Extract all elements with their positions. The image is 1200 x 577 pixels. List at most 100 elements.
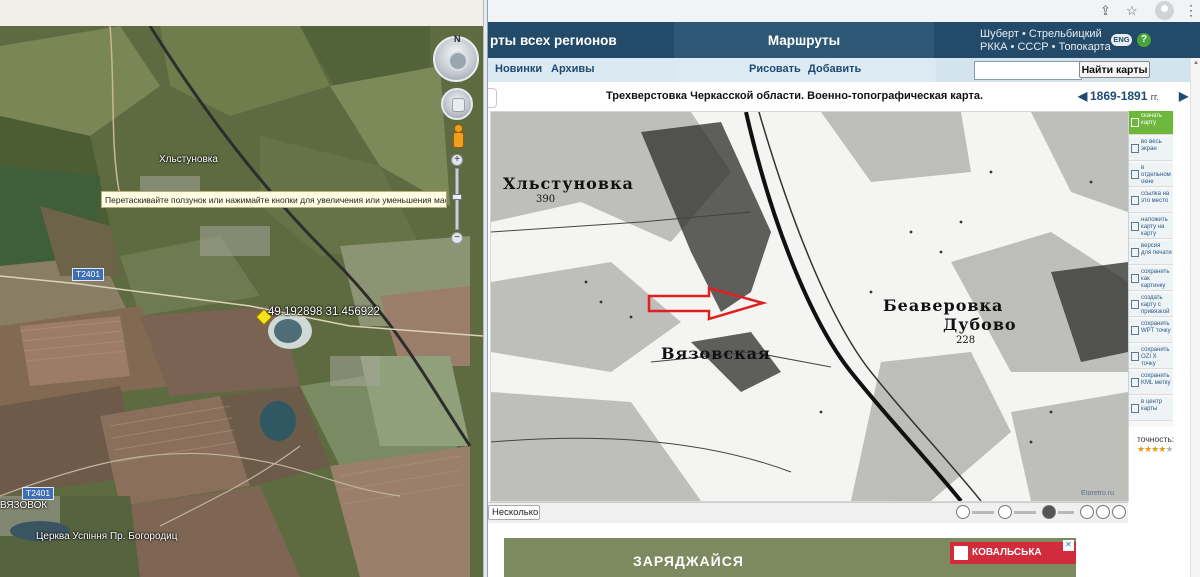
side-panel-toggle[interactable] — [488, 88, 497, 108]
menu-kebab-icon[interactable]: ⋮ — [1184, 1, 1198, 19]
sidebar-item-link[interactable]: ссылка на это место — [1129, 189, 1173, 213]
several-button[interactable]: Несколько — [488, 505, 540, 520]
sidebar-item-new-window[interactable]: в отдельном окне — [1129, 163, 1173, 187]
scroll-up-icon[interactable]: ▲ — [1193, 60, 1199, 66]
georef-icon — [1131, 300, 1139, 309]
ad-brand-text: КОВАЛЬСЬКА — [972, 547, 1042, 558]
overlay-icon — [1131, 222, 1139, 231]
opacity-icon[interactable] — [1042, 505, 1056, 519]
map-title-bar: Трехверстовка Черкасской области. Военно… — [488, 85, 1200, 110]
browser-toolbar: ⇪ ☆ ⋮ — [488, 0, 1200, 23]
ad-text: ЗАРЯДЖАЙСЯ — [633, 553, 744, 569]
new-window-icon — [1131, 170, 1139, 179]
sidebar-item-wpt[interactable]: сохранить WPT точку — [1129, 319, 1173, 343]
sidebar-item-save-image[interactable]: сохранить как картинку — [1129, 267, 1173, 291]
sidebar-item-print[interactable]: версия для печати — [1129, 241, 1173, 265]
save-image-icon — [1131, 274, 1139, 283]
link-icon — [1131, 196, 1139, 205]
kml-icon — [1131, 378, 1139, 387]
ad-brand-block[interactable]: КОВАЛЬСЬКА — [950, 542, 1076, 564]
topographic-map-image[interactable] — [491, 112, 1128, 501]
brightness-icon[interactable] — [998, 505, 1012, 519]
download-icon — [1131, 118, 1139, 127]
compass-control[interactable]: N — [433, 34, 479, 82]
satellite-map-pane[interactable]: Хльстуновка T2401 T2401 ВЯЗОВОК Церква У… — [0, 0, 483, 577]
years-range[interactable]: 1869-1891 гг. — [1090, 89, 1159, 103]
all-regions-link[interactable]: рты всех регионов — [488, 22, 674, 58]
subnav-middle: Рисовать Добавить — [674, 58, 934, 82]
years-suffix: гг. — [1150, 92, 1159, 102]
header-line-2[interactable]: РККА • СССР • Топокарта — [980, 41, 1111, 53]
sidebar-item-download[interactable]: скачать карту — [1129, 111, 1173, 135]
minus-circle-icon[interactable] — [1096, 505, 1110, 519]
historical-map-view[interactable]: Хльстуновка 390 Вязовская Беаверовка Дуб… — [490, 111, 1129, 502]
fullscreen-icon — [1131, 144, 1139, 153]
layers-icon[interactable] — [1112, 505, 1126, 519]
share-icon[interactable]: ⇪ — [1100, 3, 1111, 19]
find-maps-button[interactable]: Найти карты — [1079, 61, 1150, 78]
draw-link[interactable]: Рисовать — [749, 63, 801, 75]
north-indicator: N — [454, 34, 461, 44]
map-label-khlystunovka: Хльстуновка — [503, 174, 634, 193]
sidebar-item-ozi[interactable]: сохранить OZI X точку — [1129, 345, 1173, 369]
sidebar-item-fullscreen[interactable]: во весь экран — [1129, 137, 1173, 161]
map-label-beaverovka: Беаверовка — [883, 296, 1004, 315]
opacity-slider[interactable] — [1058, 511, 1074, 514]
place-label-church: Церква Успіння Пр. Богородиц — [36, 531, 178, 542]
zoom-thumb[interactable] — [452, 194, 462, 200]
map-top-strip — [0, 0, 483, 27]
ad-close-icon[interactable]: ✕ — [1063, 540, 1074, 551]
sub-navigation: Новинки Архивы Рисовать Добавить Найти к… — [488, 58, 1200, 82]
sidebar-item-label: в отдельном окне — [1141, 165, 1171, 185]
bookmark-star-icon[interactable]: ☆ — [1126, 3, 1138, 19]
map-label-dubovo: Дубово — [943, 315, 1017, 334]
archives-link[interactable]: Архивы — [551, 63, 595, 75]
sidebar-item-label: сохранить WPT точку — [1141, 321, 1171, 334]
news-link[interactable]: Новинки — [495, 63, 542, 75]
sidebar-item-label: ссылка на это место — [1141, 191, 1170, 204]
pan-control[interactable] — [441, 88, 473, 120]
previous-arrow-icon[interactable]: ◀ — [1078, 89, 1087, 103]
language-toggle[interactable]: ENG — [1111, 34, 1132, 46]
zoom-tooltip: Перетаскивайте ползунок или нажимайте кн… — [101, 191, 447, 208]
profile-avatar[interactable] — [1155, 1, 1174, 20]
sidebar-item-overlay[interactable]: наложить карту на карту — [1129, 215, 1173, 239]
advertisement-banner[interactable]: ЗАРЯДЖАЙСЯ КОВАЛЬСЬКА ✕ — [504, 538, 1076, 577]
add-link[interactable]: Добавить — [808, 63, 861, 75]
sidebar-item-center[interactable]: в центр карты — [1129, 397, 1173, 421]
sidebar-item-georef[interactable]: создать карту с привязкой — [1129, 293, 1173, 317]
sidebar-item-label: версия для печати — [1141, 243, 1172, 256]
center-icon — [1131, 404, 1139, 413]
sidebar-item-kml[interactable]: сохранить KML метку — [1129, 371, 1173, 395]
precision-rating: ★★★★★ — [1137, 444, 1173, 455]
sidebar-item-label: скачать карту — [1141, 113, 1163, 126]
next-arrow-icon[interactable]: ▶ — [1179, 89, 1188, 103]
zoom-in-button[interactable]: + — [451, 154, 463, 166]
subnav-left: Новинки Архивы — [488, 58, 672, 82]
print-icon — [1131, 248, 1139, 257]
map-label-228: 228 — [956, 335, 976, 346]
road-sign-t2401-south: T2401 — [22, 487, 55, 500]
header-line-1[interactable]: Шуберт • Стрельбицкий — [980, 28, 1102, 40]
look-around-icon[interactable] — [448, 51, 468, 71]
zoom-out-button[interactable]: − — [451, 232, 463, 244]
street-view-pegman-icon[interactable] — [451, 124, 464, 148]
pegman-body — [453, 132, 464, 148]
place-label-vyazovok: ВЯЗОВОК — [0, 500, 48, 511]
page-scrollbar[interactable]: ▲ — [1190, 58, 1200, 577]
contrast-slider[interactable] — [972, 511, 994, 514]
site-header: рты всех регионов Маршруты Шуберт • Стре… — [488, 22, 1200, 58]
sidebar-item-label: сохранить KML метку — [1141, 373, 1171, 386]
satellite-imagery[interactable] — [0, 26, 483, 577]
routes-link[interactable]: Маршруты — [674, 22, 934, 58]
road-sign-t2401: T2401 — [72, 268, 105, 281]
help-icon[interactable]: ? — [1137, 33, 1151, 47]
brightness-slider[interactable] — [1014, 511, 1036, 514]
map-watermark: Etoretro.ru — [1081, 490, 1115, 497]
contrast-icon[interactable] — [956, 505, 970, 519]
hand-icon — [452, 98, 465, 112]
pencil-icon[interactable] — [1080, 505, 1094, 519]
zoom-slider[interactable]: + − — [451, 154, 463, 246]
star-icon: ★ — [1165, 444, 1173, 454]
map-search-input[interactable] — [974, 61, 1082, 80]
